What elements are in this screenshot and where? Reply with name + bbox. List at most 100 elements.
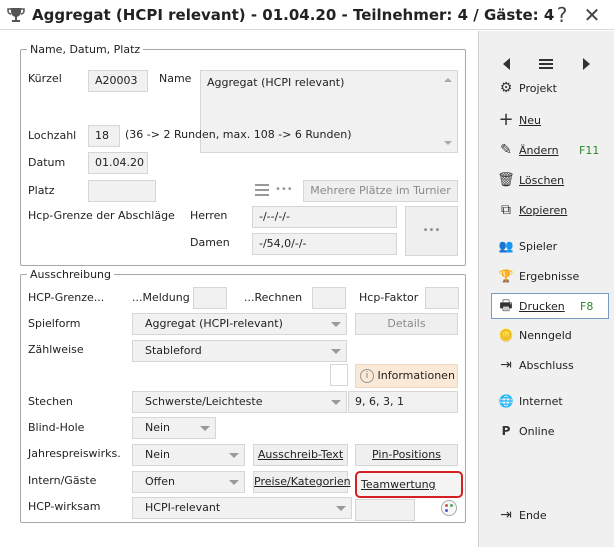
sidebar-item-label: Nenngeld: [519, 329, 572, 342]
hcp-grenze-label: HCP-Grenze...: [28, 291, 105, 304]
preise-kategorien-button[interactable]: Preise/Kategorien: [253, 471, 351, 493]
name-value: Aggregat (HCPI relevant): [207, 76, 345, 89]
sidebar-item-label: Internet: [519, 395, 563, 408]
help-button[interactable]: ?: [548, 2, 576, 28]
kuerzel-field[interactable]: A20003: [88, 70, 148, 92]
sidebar-item-kopieren[interactable]: ⧉ Kopieren: [479, 198, 614, 224]
menu-icon[interactable]: [539, 59, 553, 70]
herren-label: Herren: [190, 209, 228, 222]
name-label: Name: [159, 72, 192, 85]
group-legend: Ausschreibung: [30, 268, 111, 281]
sidebar-item-drucken[interactable]: 🖶 Drucken F8: [491, 293, 609, 319]
trophy-icon: 🏆: [498, 269, 514, 283]
blind-hole-value: Nein: [145, 421, 171, 434]
sidebar-item-label: Ändern: [519, 144, 559, 157]
spielform-label: Spielform: [28, 317, 81, 330]
datum-field[interactable]: 01.04.20: [88, 152, 148, 174]
platz-field[interactable]: [88, 180, 156, 202]
stechen-holes-field[interactable]: 9, 6, 3, 1: [348, 391, 458, 413]
hcp-wirksam-select[interactable]: HCPI-relevant: [132, 497, 352, 519]
jahrespreis-label: Jahrespreiswirks.: [28, 447, 121, 460]
sidebar-item-label: Abschluss: [519, 359, 574, 372]
info-icon: i: [360, 369, 374, 383]
damen-field[interactable]: -/54,0/-/-: [252, 233, 397, 255]
trophy-icon: [7, 8, 25, 22]
meldung-label: ...Meldung: [132, 291, 190, 304]
hcp-wirksam-extra-field[interactable]: [355, 499, 415, 521]
trash-icon: 🗑: [497, 172, 515, 188]
window-title: Aggregat (HCPI relevant) - 01.04.20 - Te…: [32, 6, 555, 24]
spielform-select[interactable]: Aggregat (HCPI-relevant): [132, 313, 347, 335]
spielform-value: Aggregat (HCPI-relevant): [145, 317, 283, 330]
chevron-down-icon: [229, 453, 239, 458]
lochzahl-label: Lochzahl: [28, 129, 77, 142]
sidebar-item-neu[interactable]: + Neu: [479, 108, 614, 134]
more-icon[interactable]: •••: [275, 184, 293, 195]
palette-icon[interactable]: [441, 500, 457, 516]
sidebar-item-label: Drucken: [519, 300, 565, 313]
blank-field[interactable]: [330, 364, 348, 386]
close-button[interactable]: ✕: [578, 2, 606, 28]
scroll-down-icon[interactable]: [444, 141, 452, 145]
teamwertung-label: Teamwertung: [361, 478, 436, 491]
stechen-value: Schwerste/Leichteste: [145, 395, 263, 408]
shortcut-label: F8: [580, 300, 594, 313]
exit-arrow-icon: ⇥: [500, 357, 512, 373]
sidebar-item-ende[interactable]: ⇥ Ende: [479, 503, 614, 529]
hcp-wirksam-value: HCPI-relevant: [145, 501, 221, 514]
chevron-down-icon: [200, 426, 210, 431]
zaehlweise-select[interactable]: Stableford: [132, 340, 347, 362]
sidebar-item-label: Online: [519, 425, 555, 438]
chevron-down-icon: [331, 400, 341, 405]
details-button[interactable]: Details: [355, 313, 458, 335]
hcp-faktor-field[interactable]: [425, 287, 459, 309]
informationen-button[interactable]: i Informationen: [355, 364, 458, 388]
sidebar-item-label: Neu: [519, 114, 541, 127]
sidebar-item-online[interactable]: P Online: [479, 419, 614, 445]
ausschreib-label: Ausschreib-Text: [257, 448, 344, 461]
hcp-wirksam-label: HCP-wirksam: [28, 500, 101, 513]
abschlaege-more-button[interactable]: •••: [405, 206, 458, 256]
plus-icon: +: [498, 109, 514, 130]
herren-field[interactable]: -/--/-/-: [252, 206, 397, 228]
mehrere-plaetze-button[interactable]: Mehrere Plätze im Turnier: [303, 180, 458, 202]
kuerzel-label: Kürzel: [28, 72, 62, 85]
hcp-faktor-label: Hcp-Faktor: [359, 291, 419, 304]
sidebar-item-internet[interactable]: 🌐 Internet: [479, 389, 614, 415]
intern-gaeste-select[interactable]: Offen: [132, 471, 245, 493]
prev-arrow-icon[interactable]: [503, 58, 510, 70]
meldung-field[interactable]: [193, 287, 227, 309]
sidebar-item-ergebnisse[interactable]: 🏆 Ergebnisse: [479, 264, 614, 290]
sidebar-item-abschluss[interactable]: ⇥ Abschluss: [479, 353, 614, 379]
lochzahl-field[interactable]: 18: [88, 125, 120, 147]
sidebar-item-label: Spieler: [519, 240, 558, 253]
sidebar-item-loeschen[interactable]: 🗑 Löschen: [479, 168, 614, 194]
blind-hole-select[interactable]: Nein: [132, 417, 216, 439]
chevron-down-icon: [331, 322, 341, 327]
sidebar-item-projekt[interactable]: ⚙ Projekt: [479, 76, 614, 102]
list-icon[interactable]: [255, 184, 269, 196]
ausschreib-text-button[interactable]: Ausschreib-Text: [253, 444, 348, 466]
printer-icon: 🖶: [499, 298, 513, 314]
jahrespreis-value: Nein: [145, 448, 171, 461]
sidebar-item-nenngeld[interactable]: 🪙 Nenngeld: [479, 323, 614, 349]
pencil-icon: ✎: [500, 142, 512, 158]
sidebar-item-spieler[interactable]: 👥 Spieler: [479, 234, 614, 260]
copy-icon: ⧉: [501, 202, 511, 218]
logout-icon: ⇥: [500, 507, 512, 523]
scroll-up-icon[interactable]: [444, 78, 452, 82]
datum-label: Datum: [28, 156, 66, 169]
shortcut-label: F11: [579, 144, 600, 157]
zaehlweise-value: Stableford: [145, 344, 202, 357]
pin-positions-button[interactable]: Pin-Positions: [355, 444, 458, 466]
next-arrow-icon[interactable]: [583, 58, 590, 70]
title-bar: Aggregat (HCPI relevant) - 01.04.20 - Te…: [0, 0, 614, 30]
platz-label: Platz: [28, 184, 55, 197]
sidebar-item-aendern[interactable]: ✎ Ändern F11: [479, 138, 614, 164]
teamwertung-button[interactable]: Teamwertung: [355, 471, 463, 498]
damen-label: Damen: [190, 236, 230, 249]
stechen-select[interactable]: Schwerste/Leichteste: [132, 391, 347, 413]
rechnen-field[interactable]: [312, 287, 346, 309]
intern-gaeste-label: Intern/Gäste: [28, 474, 97, 487]
jahrespreis-select[interactable]: Nein: [132, 444, 245, 466]
